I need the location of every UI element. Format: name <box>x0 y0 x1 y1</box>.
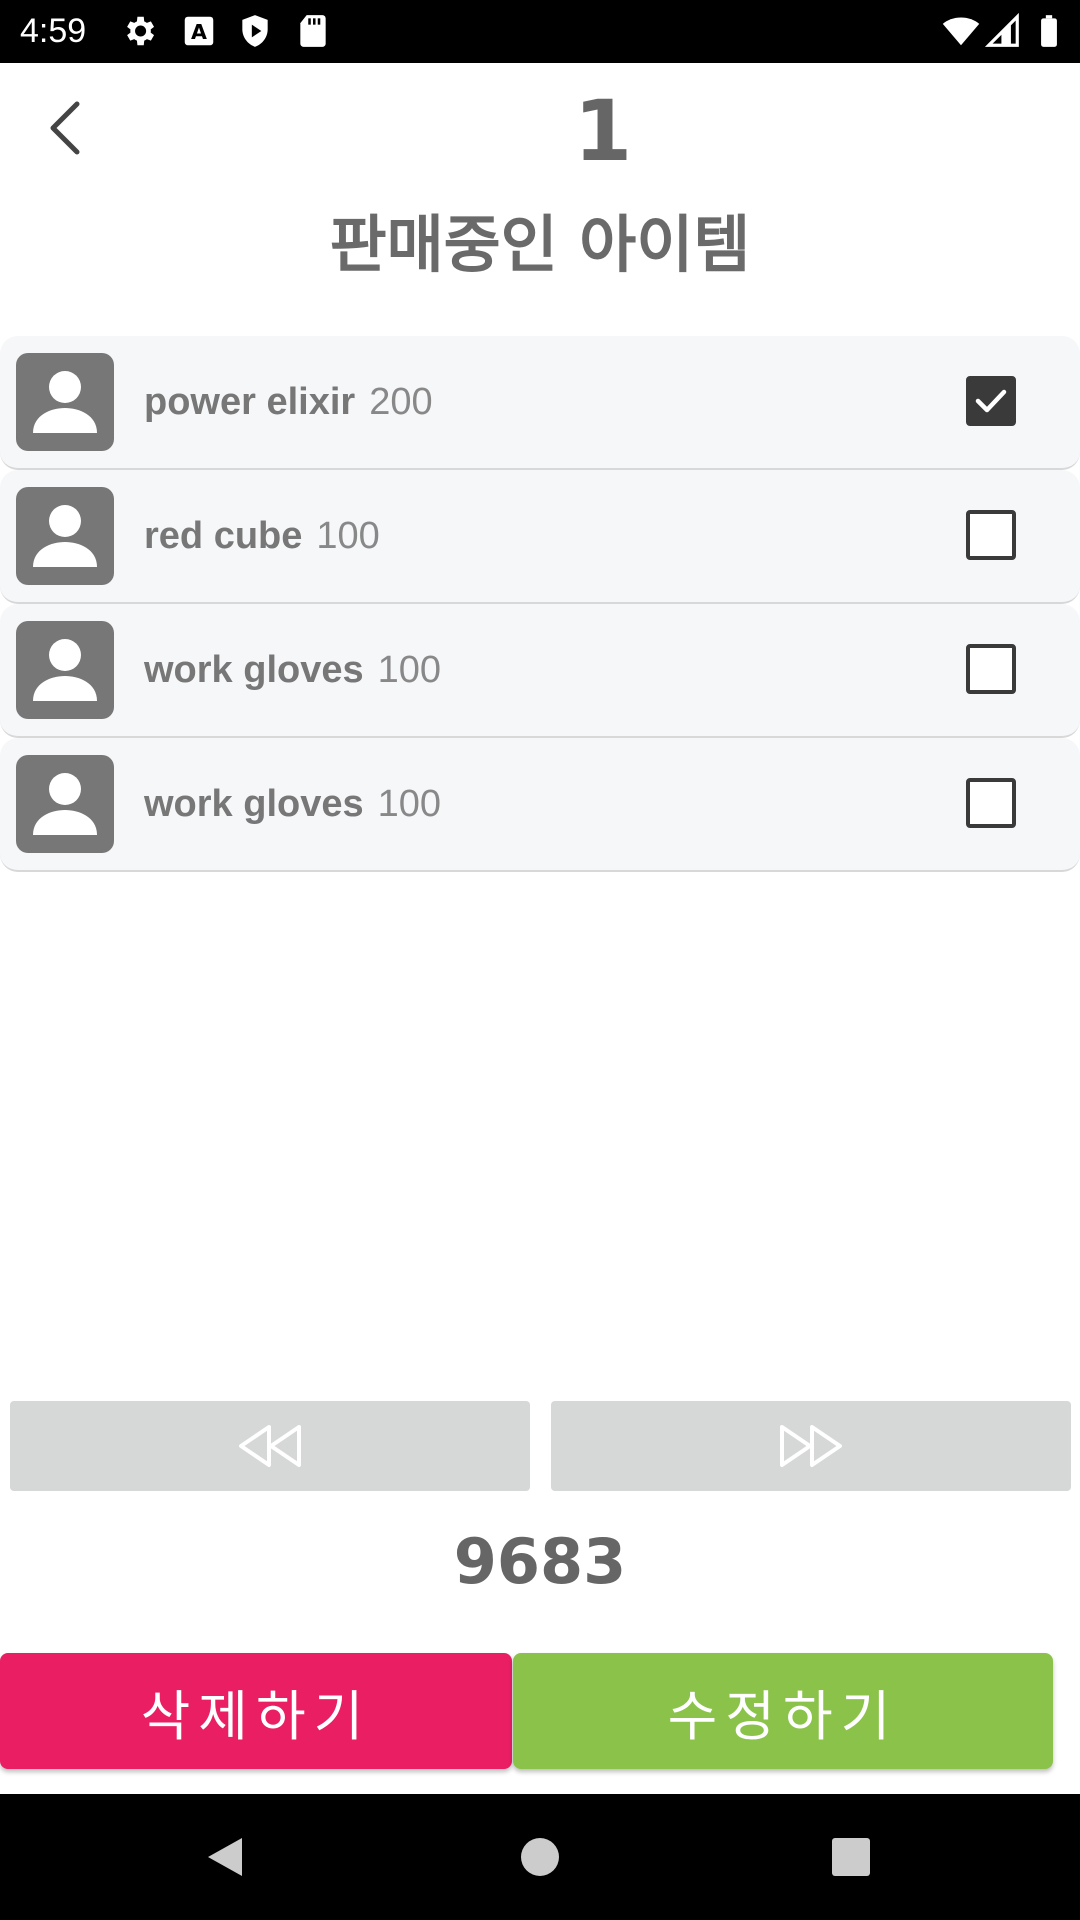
person-icon <box>33 371 97 433</box>
item-checkbox[interactable] <box>966 644 1016 694</box>
gear-icon <box>127 16 155 46</box>
item-name: work gloves <box>144 782 364 825</box>
nav-recents-button[interactable] <box>818 1824 884 1890</box>
nav-home-button[interactable] <box>507 1824 573 1890</box>
list-item[interactable]: work gloves 100 <box>0 604 1080 738</box>
screen: 4:59 A 1 판매중인 아이템 power elixir 200 red c… <box>0 0 1080 1920</box>
avatar <box>16 621 114 719</box>
person-icon <box>33 773 97 835</box>
list-item[interactable]: red cube 100 <box>0 470 1080 604</box>
svg-text:A: A <box>191 20 207 44</box>
sd-card-icon <box>300 15 326 47</box>
back-triangle-icon <box>208 1838 242 1876</box>
person-icon <box>33 505 97 567</box>
item-price: 100 <box>377 648 442 691</box>
item-name: red cube <box>144 514 303 557</box>
navigation-bar <box>0 1794 1080 1920</box>
total-value: 9683 <box>453 1525 627 1598</box>
list-item[interactable]: work gloves 100 <box>0 738 1080 872</box>
home-circle-icon <box>521 1838 559 1876</box>
edit-button[interactable]: 수정하기 <box>513 1653 1053 1769</box>
shield-play-icon <box>242 15 268 47</box>
status-time: 4:59 <box>20 12 87 50</box>
item-price: 100 <box>377 782 442 825</box>
font-a-icon: A <box>184 16 214 46</box>
item-name: work gloves <box>144 648 364 691</box>
page-number: 1 <box>573 82 633 180</box>
person-icon <box>33 639 97 701</box>
check-icon <box>975 389 1007 413</box>
item-price: 200 <box>369 380 433 423</box>
status-bar: 4:59 A <box>0 0 1080 63</box>
prev-page-button[interactable] <box>10 1401 530 1491</box>
page-title: 판매중인 아이템 <box>329 208 751 281</box>
item-list: power elixir 200 red cube 100 work glove… <box>0 336 1080 872</box>
fast-forward-icon <box>780 1425 842 1467</box>
avatar <box>16 487 114 585</box>
item-checkbox[interactable] <box>966 376 1016 426</box>
avatar <box>16 755 114 853</box>
item-checkbox[interactable] <box>966 510 1016 560</box>
avatar <box>16 353 114 451</box>
nav-back-button[interactable] <box>192 1824 258 1890</box>
item-price: 100 <box>316 514 380 557</box>
item-text: work gloves 100 <box>144 604 441 736</box>
item-checkbox[interactable] <box>966 778 1016 828</box>
wifi-icon <box>942 17 980 46</box>
recents-square-icon <box>832 1838 870 1876</box>
battery-icon <box>1041 15 1057 47</box>
item-text: red cube 100 <box>144 470 380 602</box>
rewind-icon <box>239 1425 301 1467</box>
list-item[interactable]: power elixir 200 <box>0 336 1080 470</box>
item-text: work gloves 100 <box>144 738 441 870</box>
item-text: power elixir 200 <box>144 336 433 468</box>
cell-signal-icon <box>984 12 1019 47</box>
delete-button[interactable]: 삭제하기 <box>0 1653 512 1769</box>
next-page-button[interactable] <box>551 1401 1071 1491</box>
item-name: power elixir <box>144 380 356 423</box>
